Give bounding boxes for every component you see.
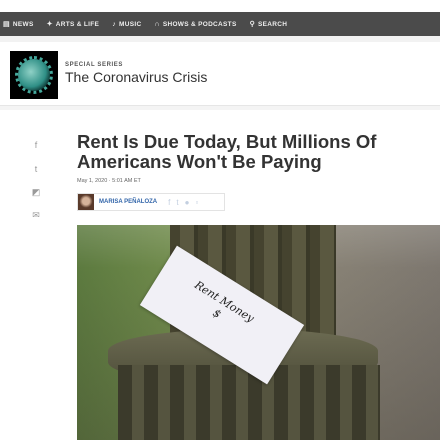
twitter-share-icon[interactable]: t — [31, 165, 41, 174]
search-icon: ⚲ — [249, 21, 256, 28]
series-title[interactable]: The Coronavirus Crisis — [65, 69, 207, 85]
author-email-icon[interactable]: ▫ — [195, 198, 198, 207]
article-title: Rent Is Due Today, But Millions Of Ameri… — [77, 131, 377, 172]
divider — [0, 106, 440, 110]
byline: MARISA PEÑALOZA f t ● ▫ — [77, 193, 225, 211]
news-icon: ▤ — [3, 21, 10, 28]
top-nav: ▤ NEWS ✦ ARTS & LIFE ♪ MUSIC ∩ SHOWS & PODCA… — [0, 12, 440, 36]
series-thumbnail[interactable] — [10, 51, 58, 99]
nav-search[interactable]: ⚲ SEARCH — [249, 20, 288, 29]
author-twitter-icon[interactable]: t — [176, 198, 178, 207]
music-note-icon: ♪ — [112, 20, 116, 28]
headphones-icon: ∩ — [154, 20, 160, 28]
author-facebook-icon[interactable]: f — [168, 198, 170, 207]
nav-shows-podcasts[interactable]: ∩ SHOWS & PODCASTS — [154, 21, 236, 28]
email-share-icon[interactable]: ✉ — [31, 211, 41, 220]
author-instagram-icon[interactable]: ● — [185, 198, 190, 207]
post-base — [118, 365, 380, 440]
nav-news[interactable]: ▤ NEWS — [3, 20, 34, 29]
nav-arts-life[interactable]: ✦ ARTS & LIFE — [46, 20, 100, 29]
facebook-share-icon[interactable]: f — [31, 141, 41, 150]
article-date: May 1, 2020 · 5:01 AM ET — [77, 178, 141, 184]
author-link[interactable]: MARISA PEÑALOZA — [99, 199, 157, 205]
series-kicker: SPECIAL SERIES — [65, 62, 123, 68]
article-photo: Rent Money $ — [77, 225, 440, 440]
flipboard-share-icon[interactable]: ◩ — [31, 188, 41, 197]
arts-icon: ✦ — [46, 21, 53, 28]
virus-image — [15, 56, 53, 94]
nav-music[interactable]: ♪ MUSIC — [112, 21, 141, 28]
author-avatar[interactable] — [78, 194, 94, 210]
